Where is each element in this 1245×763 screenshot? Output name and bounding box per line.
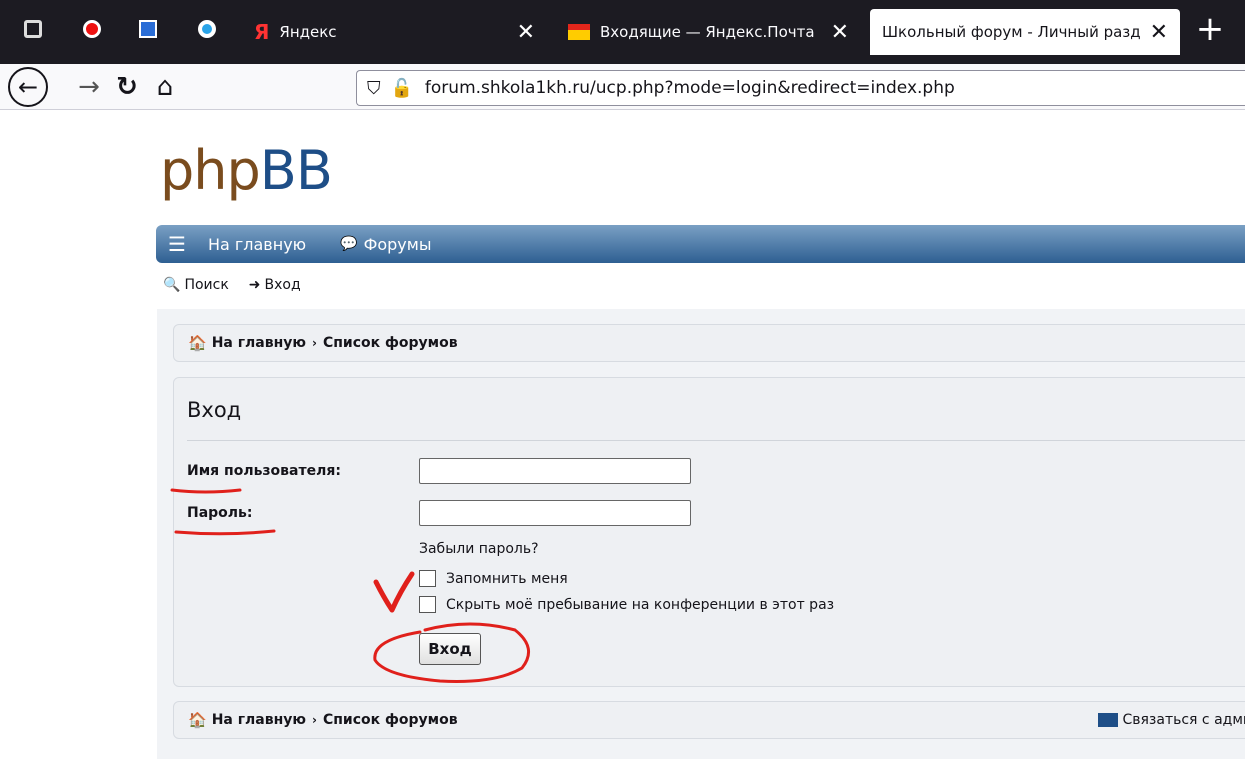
remember-me-row: Запомнить меня bbox=[419, 570, 568, 587]
site-logo[interactable]: phpBB bbox=[160, 139, 333, 202]
record-icon bbox=[83, 20, 101, 38]
divider bbox=[187, 440, 1245, 441]
login-submit-button[interactable]: Вход bbox=[419, 633, 481, 665]
home-button[interactable]: ⌂ bbox=[146, 68, 184, 106]
remember-me-label[interactable]: Запомнить меня bbox=[446, 571, 568, 587]
home-icon: 🏠 bbox=[188, 711, 207, 729]
chevron-right-icon: › bbox=[312, 336, 317, 350]
breadcrumb-home-link[interactable]: На главную bbox=[212, 335, 306, 351]
hide-presence-label[interactable]: Скрыть моё пребывание на конференции в э… bbox=[446, 597, 834, 613]
gear-icon bbox=[24, 20, 42, 38]
contact-admin-link[interactable]: Связаться с адми bbox=[1098, 712, 1245, 728]
browser-tab-bar: Я Яндекс ✕ Входящие — Яндекс.Почта ✕ Шко… bbox=[0, 0, 1245, 64]
close-icon[interactable]: ✕ bbox=[517, 20, 535, 45]
password-label: Пароль: bbox=[187, 505, 253, 521]
nav-home-link[interactable]: На главную bbox=[208, 235, 306, 254]
nav-forums-link[interactable]: 💬 Форумы bbox=[340, 235, 431, 254]
tab-title: Входящие — Яндекс.Почта bbox=[600, 23, 815, 41]
forward-button[interactable]: → bbox=[70, 68, 108, 106]
back-button[interactable]: ← bbox=[8, 67, 48, 107]
username-input[interactable] bbox=[419, 458, 691, 484]
speech-bubble-icon: 💬 bbox=[340, 236, 358, 252]
search-link[interactable]: 🔍 Поиск bbox=[163, 277, 229, 293]
nav-home-label: На главную bbox=[207, 234, 307, 254]
yandex-icon: Я bbox=[254, 20, 270, 44]
login-title: Вход bbox=[187, 398, 242, 422]
login-label: Вход bbox=[264, 277, 301, 293]
search-icon: 🔍 bbox=[163, 277, 181, 293]
close-icon[interactable]: ✕ bbox=[831, 20, 849, 45]
password-input[interactable] bbox=[419, 500, 691, 526]
breadcrumb-bottom: 🏠 На главную › Список форумов Связаться … bbox=[173, 701, 1245, 739]
tab-title: Школьный форум - Личный разд bbox=[882, 23, 1141, 41]
login-panel: Вход Имя пользователя: Пароль: Забыли па… bbox=[173, 377, 1245, 687]
content-wrapper: 🏠 На главную › Список форумов Вход Имя п… bbox=[157, 309, 1245, 759]
hide-presence-checkbox[interactable] bbox=[419, 596, 436, 613]
pinned-tab-disc[interactable] bbox=[192, 14, 222, 44]
username-label: Имя пользователя: bbox=[187, 463, 341, 479]
pinned-tab-stats[interactable] bbox=[133, 14, 163, 44]
tab-yandex-mail[interactable]: Входящие — Яндекс.Почта ✕ bbox=[556, 9, 861, 55]
tab-yandex[interactable]: Я Яндекс ✕ bbox=[242, 9, 547, 55]
disc-icon bbox=[198, 20, 216, 38]
new-tab-button[interactable]: + bbox=[1190, 12, 1230, 50]
chevron-right-icon: › bbox=[312, 713, 317, 727]
contact-admin-label: Связаться с адми bbox=[1122, 712, 1245, 728]
remember-me-checkbox[interactable] bbox=[419, 570, 436, 587]
search-label: Поиск bbox=[184, 277, 229, 293]
arrow-left-icon: ← bbox=[17, 73, 39, 101]
breadcrumb-top: 🏠 На главную › Список форумов bbox=[173, 324, 1245, 362]
page-content: phpBB ☰ На главную 💬 Форумы 🔍 Поиск ➜ Вх… bbox=[0, 111, 1245, 763]
breadcrumb-home-link[interactable]: На главную bbox=[212, 712, 306, 728]
breadcrumb-forums-link[interactable]: Список форумов bbox=[323, 712, 458, 728]
sign-in-icon: ➜ bbox=[248, 277, 261, 293]
quick-links: 🔍 Поиск ➜ Вход bbox=[163, 277, 301, 293]
home-icon: 🏠 bbox=[188, 334, 207, 352]
main-nav: ☰ На главную 💬 Форумы bbox=[156, 225, 1245, 263]
mail-icon bbox=[568, 24, 590, 40]
shield-icon[interactable]: ⛉ bbox=[367, 78, 381, 99]
login-link[interactable]: ➜ Вход bbox=[249, 277, 301, 293]
breadcrumb-forums-link[interactable]: Список форумов bbox=[323, 335, 458, 351]
url-text[interactable]: forum.shkola1kh.ru/ucp.php?mode=login&re… bbox=[425, 78, 955, 98]
hide-presence-row: Скрыть моё пребывание на конференции в э… bbox=[419, 596, 834, 613]
envelope-icon bbox=[1098, 713, 1119, 727]
logo-bb: BB bbox=[259, 139, 333, 202]
chart-icon bbox=[139, 20, 157, 38]
tab-school-forum[interactable]: Школьный форум - Личный разд ✕ bbox=[870, 9, 1180, 55]
pinned-tab-settings[interactable] bbox=[18, 14, 48, 44]
close-icon[interactable]: ✕ bbox=[1150, 20, 1168, 45]
tab-title: Яндекс bbox=[279, 23, 337, 41]
insecure-lock-icon[interactable]: 🔓 bbox=[391, 78, 413, 99]
forgot-password-link[interactable]: Забыли пароль? bbox=[419, 541, 539, 557]
home-icon: ⌂ bbox=[156, 72, 174, 102]
url-bar[interactable]: ⛉ 🔓 forum.shkola1kh.ru/ucp.php?mode=logi… bbox=[356, 70, 1245, 106]
logo-php: php bbox=[160, 139, 261, 202]
reload-button[interactable]: ↻ bbox=[108, 68, 146, 106]
reload-icon: ↻ bbox=[116, 72, 138, 102]
browser-nav-bar: ← → ↻ ⌂ ⛉ 🔓 forum.shkola1kh.ru/ucp.php?m… bbox=[0, 64, 1245, 110]
arrow-right-icon: → bbox=[78, 72, 100, 102]
nav-forums-label: Форумы bbox=[363, 234, 432, 254]
menu-icon[interactable]: ☰ bbox=[168, 232, 186, 256]
pinned-tab-record[interactable] bbox=[77, 14, 107, 44]
